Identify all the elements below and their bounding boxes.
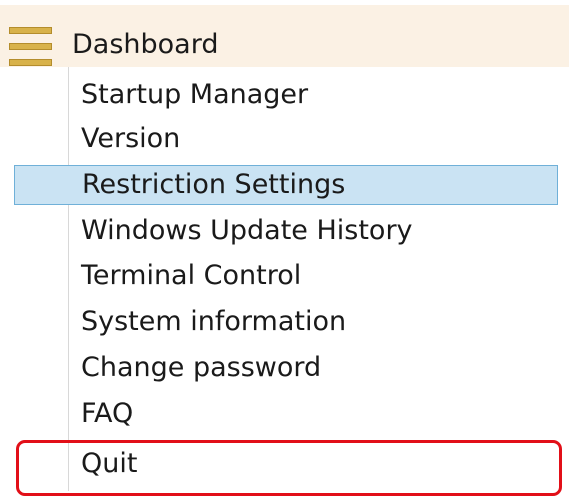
menu-item-restriction-settings[interactable]: Restriction Settings — [14, 165, 558, 205]
menu-bar: Dashboard — [0, 5, 569, 67]
menu-item-faq[interactable]: FAQ — [69, 394, 557, 434]
menu-item-change-password[interactable]: Change password — [69, 348, 557, 388]
menu-item-system-information[interactable]: System information — [69, 302, 557, 342]
menu-item-version[interactable]: Version — [69, 119, 557, 159]
menu-item-startup-manager[interactable]: Startup Manager — [69, 75, 557, 115]
hamburger-menu-icon[interactable] — [9, 27, 52, 67]
hamburger-line — [9, 59, 52, 66]
menu-item-terminal-control[interactable]: Terminal Control — [69, 256, 557, 296]
dropdown-menu: Startup Manager Version Restriction Sett… — [14, 67, 559, 491]
menu-item-windows-update-history[interactable]: Windows Update History — [69, 211, 557, 251]
hamburger-line — [9, 43, 52, 50]
dashboard-menu-title[interactable]: Dashboard — [72, 27, 218, 63]
quit-highlight-outline — [16, 440, 562, 496]
hamburger-line — [9, 27, 52, 34]
